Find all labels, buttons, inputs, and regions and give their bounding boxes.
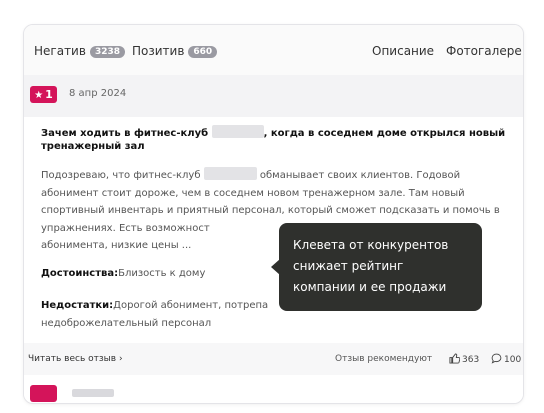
tooltip-line-1: Клевета от конкурентов xyxy=(293,238,449,252)
tab-negative[interactable]: Негатив 3238 xyxy=(34,44,125,58)
review-title[interactable]: Зачем ходить в фитнес-клуб , когда в сос… xyxy=(41,125,513,153)
pros-label: Достоинства: xyxy=(41,268,119,279)
next-rating-badge xyxy=(30,385,57,402)
read-more-label: Читать весь отзыв xyxy=(28,354,117,364)
cons-text-line2: недоброжелательный персонал xyxy=(41,318,212,329)
rating-value: 1 xyxy=(45,88,53,101)
next-review-preview xyxy=(24,375,523,403)
tab-positive[interactable]: Позитив 660 xyxy=(132,44,218,58)
review-body-part3: абонимента, низкие цены ... xyxy=(41,240,192,251)
read-full-review-link[interactable]: Читать весь отзыв › xyxy=(28,354,123,364)
thumbs-up-icon xyxy=(449,353,461,364)
review-footer: Читать весь отзыв › Отзыв рекомендуют 36… xyxy=(24,343,523,375)
tab-negative-count: 3238 xyxy=(89,46,125,58)
tab-description[interactable]: Описание xyxy=(372,44,434,58)
chevron-right-icon: › xyxy=(118,354,123,364)
review-tabs: Негатив 3238 Позитив 660 Описание Фотогале… xyxy=(24,25,523,75)
review-panel: Негатив 3238 Позитив 660 Описание Фотогале… xyxy=(23,24,524,404)
rating-badge: ★ 1 xyxy=(30,86,57,103)
tab-negative-label: Негатив xyxy=(34,44,86,58)
cons-text: Дорогой абонимент, потрепа xyxy=(113,300,269,311)
review-pros: Достоинства:Близость к дому xyxy=(41,268,205,279)
tab-photo-gallery[interactable]: Фотогалере xyxy=(446,44,522,58)
comment-bubble-icon xyxy=(491,353,502,364)
tab-positive-label: Позитив xyxy=(132,44,185,58)
next-review-date-placeholder xyxy=(72,389,114,397)
tab-positive-count: 660 xyxy=(188,46,218,58)
comments-count: 100 xyxy=(504,355,522,365)
comments-button[interactable]: 100 xyxy=(491,353,521,365)
review-date: 8 апр 2024 xyxy=(69,88,127,99)
tooltip-line-3: компании и ее продажи xyxy=(293,280,447,294)
redacted-company-name-body xyxy=(203,167,257,180)
annotation-tooltip: Клевета от конкурентов снижает рейтинг к… xyxy=(279,223,482,311)
cons-label: Недостатки: xyxy=(41,300,114,311)
review-body-part1: Подозреваю, что фитнес-клуб xyxy=(41,170,201,181)
tooltip-line-2: снижает рейтинг xyxy=(293,259,404,273)
like-button[interactable]: 363 xyxy=(449,353,479,365)
likes-count: 363 xyxy=(462,355,480,365)
recommend-label: Отзыв рекомендуют xyxy=(335,354,433,364)
redacted-company-name xyxy=(211,125,264,138)
review-meta: ★ 1 8 апр 2024 xyxy=(24,75,523,117)
review-title-part1: Зачем ходить в фитнес-клуб xyxy=(41,128,209,139)
star-icon: ★ xyxy=(34,90,44,101)
pros-text: Близость к дому xyxy=(118,268,206,279)
